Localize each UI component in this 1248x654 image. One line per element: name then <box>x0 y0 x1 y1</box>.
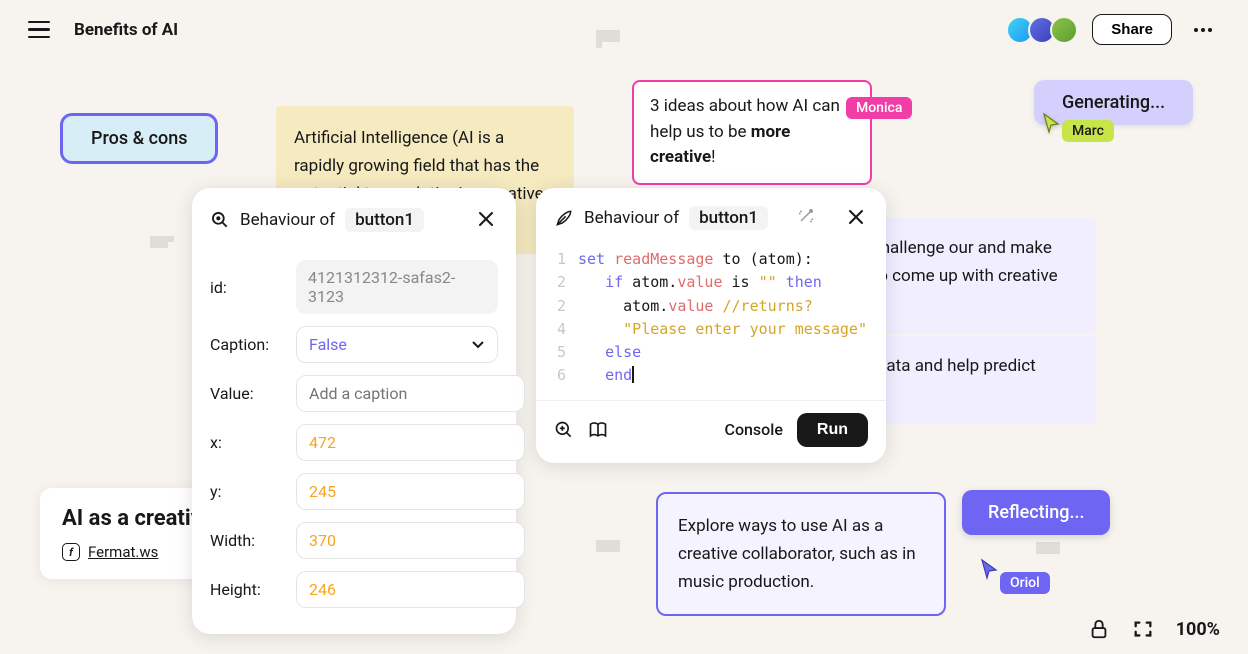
y-input[interactable] <box>296 473 525 510</box>
cursor-marc-icon <box>1042 112 1062 138</box>
x-label: x: <box>210 433 284 452</box>
id-field: 4121312312-safas2-3123 <box>296 260 498 314</box>
code-title-prefix: Behaviour of <box>584 208 679 228</box>
lock-icon[interactable] <box>1088 618 1110 640</box>
height-label: Height: <box>210 580 284 599</box>
source-link[interactable]: Fermat.ws <box>88 543 158 561</box>
close-code-button[interactable] <box>844 202 868 234</box>
share-button[interactable]: Share <box>1092 14 1172 45</box>
caption-label: Caption: <box>210 335 284 354</box>
fermat-icon: f <box>62 543 80 561</box>
magic-wand-icon[interactable] <box>796 206 816 230</box>
code-target-chip: button1 <box>689 206 768 230</box>
y-label: y: <box>210 482 284 501</box>
run-button[interactable]: Run <box>797 413 868 447</box>
more-options-icon[interactable] <box>1186 20 1220 40</box>
close-inspector-button[interactable] <box>474 204 498 236</box>
pink-text-suffix: ! <box>711 147 715 167</box>
zoom-in-icon[interactable] <box>554 420 574 440</box>
cursor-label-monica: Monica <box>846 97 912 119</box>
caption-value: False <box>309 335 347 354</box>
cursor-oriol-icon <box>980 558 1000 584</box>
node-reflecting[interactable]: Reflecting... <box>962 490 1110 535</box>
chevron-down-icon <box>471 340 485 350</box>
code-panel[interactable]: Behaviour of button1 1set readMessage to… <box>536 188 886 463</box>
inspector-target-chip: button1 <box>345 208 424 232</box>
inspect-icon <box>210 210 230 230</box>
collaborator-avatars[interactable] <box>1006 16 1078 44</box>
pink-text-pre: 3 ideas about how AI can help us to be <box>650 96 840 142</box>
node-three-ideas[interactable]: 3 ideas about how AI can help us to be m… <box>632 80 872 185</box>
inspector-panel[interactable]: Behaviour of button1 id: 4121312312-safa… <box>192 188 516 634</box>
fullscreen-icon[interactable] <box>1132 618 1154 640</box>
cursor-label-marc: Marc <box>1062 120 1114 142</box>
code-editor[interactable]: 1set readMessage to (atom): 2 if atom.va… <box>536 244 886 400</box>
width-label: Width: <box>210 531 284 550</box>
node-pros-cons[interactable]: Pros & cons <box>60 113 218 164</box>
hamburger-menu-icon[interactable] <box>28 21 50 39</box>
value-label: Value: <box>210 384 284 403</box>
zoom-level[interactable]: 100% <box>1176 619 1220 640</box>
width-input[interactable] <box>296 522 525 559</box>
pixel-blob <box>150 236 174 248</box>
node-explore-collaborator[interactable]: Explore ways to use AI as a creative col… <box>656 492 946 616</box>
x-input[interactable] <box>296 424 525 461</box>
page-title: Benefits of AI <box>74 20 178 40</box>
height-input[interactable] <box>296 571 525 608</box>
avatar-3[interactable] <box>1050 16 1078 44</box>
caption-dropdown[interactable]: False <box>296 326 498 363</box>
console-button[interactable]: Console <box>725 420 783 439</box>
pixel-blob <box>1036 542 1060 554</box>
pixel-blob <box>596 30 620 48</box>
value-input[interactable] <box>296 375 525 412</box>
book-icon[interactable] <box>588 420 608 440</box>
cursor-label-oriol: Oriol <box>1000 572 1050 594</box>
id-label: id: <box>210 278 284 297</box>
pixel-blob <box>596 540 620 552</box>
feather-icon <box>554 208 574 228</box>
inspector-title-prefix: Behaviour of <box>240 210 335 230</box>
